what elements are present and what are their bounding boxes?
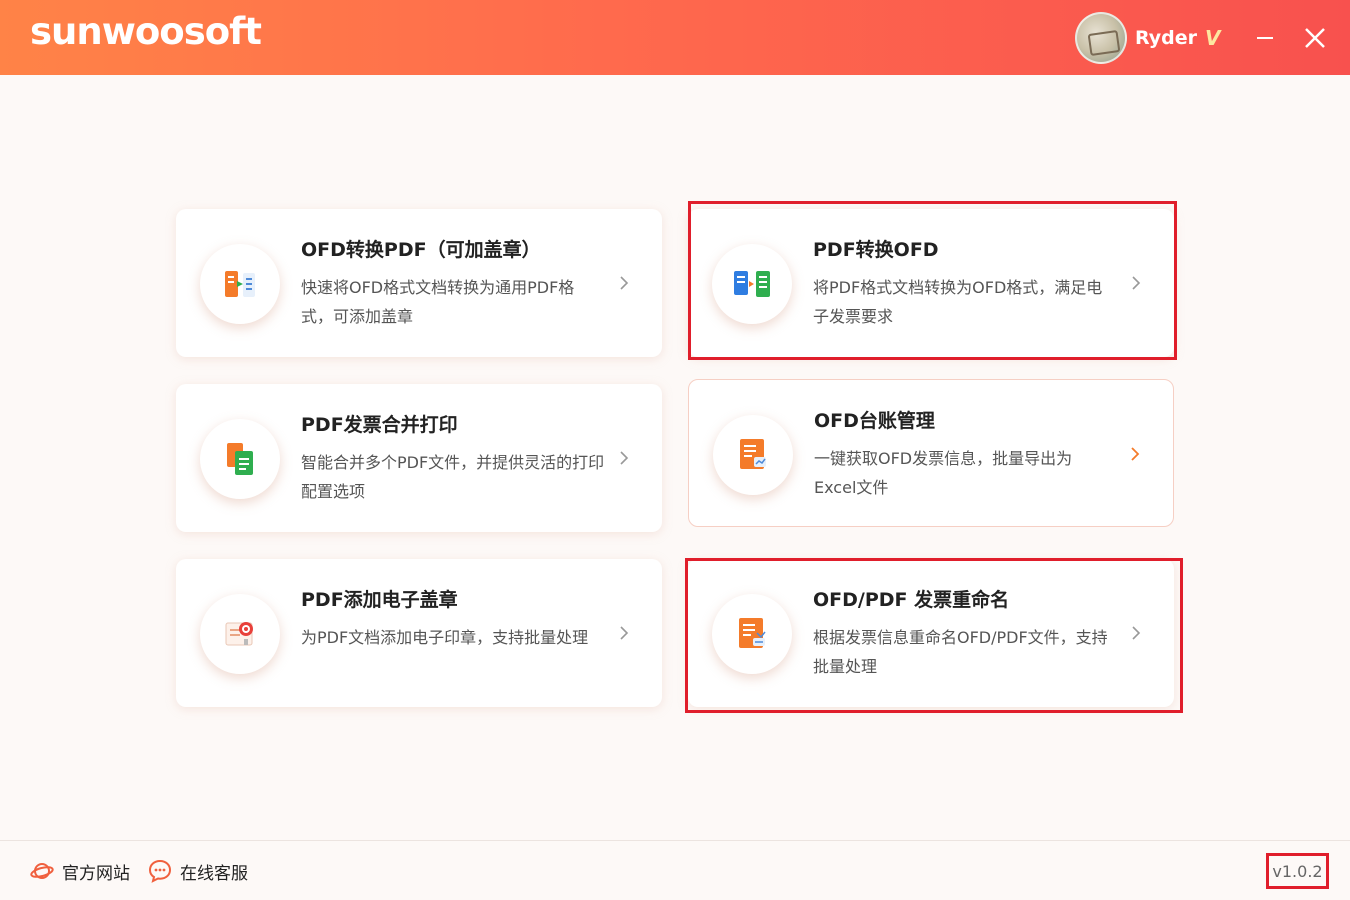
pdf-to-ofd-icon [712, 244, 792, 324]
chevron-right-icon [1127, 444, 1143, 464]
card-description: 快速将OFD格式文档转换为通用PDF格式，可添加盖章 [301, 278, 575, 326]
card-description: 为PDF文档添加电子印章，支持批量处理 [301, 628, 589, 647]
planet-icon [30, 863, 54, 879]
card-invoice-rename[interactable]: OFD/PDF 发票重命名 根据发票信息重命名OFD/PDF文件，支持批量处理 [688, 559, 1174, 707]
card-title: PDF添加电子盖章 [301, 589, 458, 611]
card-description: 根据发票信息重命名OFD/PDF文件，支持批量处理 [813, 628, 1108, 676]
chevron-right-icon [616, 448, 632, 468]
card-description: 智能合并多个PDF文件，并提供灵活的打印配置选项 [301, 453, 605, 501]
card-pdf-invoice-merge-print[interactable]: PDF发票合并打印 智能合并多个PDF文件，并提供灵活的打印配置选项 [176, 384, 662, 532]
online-support-link[interactable]: 在线客服 [148, 858, 248, 884]
chevron-right-icon [616, 623, 632, 643]
card-title: OFD台账管理 [814, 410, 935, 432]
card-title: OFD/PDF 发票重命名 [813, 589, 1010, 611]
card-ofd-ledger[interactable]: OFD台账管理 一键获取OFD发票信息，批量导出为Excel文件 [688, 379, 1174, 527]
chevron-right-icon [616, 273, 632, 293]
avatar[interactable] [1075, 12, 1127, 64]
vip-badge-icon: V [1205, 26, 1221, 50]
chevron-right-icon [1128, 623, 1144, 643]
official-website-link[interactable]: 官方网站 [30, 858, 130, 884]
title-bar: sunwoosoft Ryder V [0, 0, 1350, 75]
card-pdf-add-seal[interactable]: PDF添加电子盖章 为PDF文档添加电子印章，支持批量处理 [176, 559, 662, 707]
footer-divider [0, 840, 1350, 841]
minimize-button[interactable] [1247, 20, 1283, 56]
close-icon [1305, 28, 1325, 48]
card-description: 一键获取OFD发票信息，批量导出为Excel文件 [814, 449, 1073, 497]
username: Ryder [1135, 27, 1198, 49]
rename-icon [712, 594, 792, 674]
card-pdf-to-ofd[interactable]: PDF转换OFD 将PDF格式文档转换为OFD格式，满足电子发票要求 [688, 209, 1174, 357]
close-button[interactable] [1297, 20, 1333, 56]
card-ofd-to-pdf[interactable]: OFD转换PDF（可加盖章） 快速将OFD格式文档转换为通用PDF格式，可添加盖… [176, 209, 662, 357]
card-title: PDF转换OFD [813, 239, 939, 261]
ledger-icon [713, 415, 793, 495]
official-website-label: 官方网站 [62, 863, 130, 884]
card-title: PDF发票合并打印 [301, 414, 458, 436]
ofd-to-pdf-icon [200, 244, 280, 324]
card-description: 将PDF格式文档转换为OFD格式，满足电子发票要求 [813, 278, 1103, 326]
seal-icon [200, 594, 280, 674]
merge-print-icon [200, 419, 280, 499]
user-profile[interactable]: Ryder V [1075, 12, 1221, 64]
online-support-label: 在线客服 [180, 863, 248, 884]
version-label: v1.0.2 [1266, 853, 1329, 889]
chat-support-icon [148, 859, 172, 883]
chevron-right-icon [1128, 273, 1144, 293]
app-logo: sunwoosoft [30, 10, 262, 53]
minimize-icon [1257, 37, 1273, 39]
card-title: OFD转换PDF（可加盖章） [301, 239, 541, 261]
